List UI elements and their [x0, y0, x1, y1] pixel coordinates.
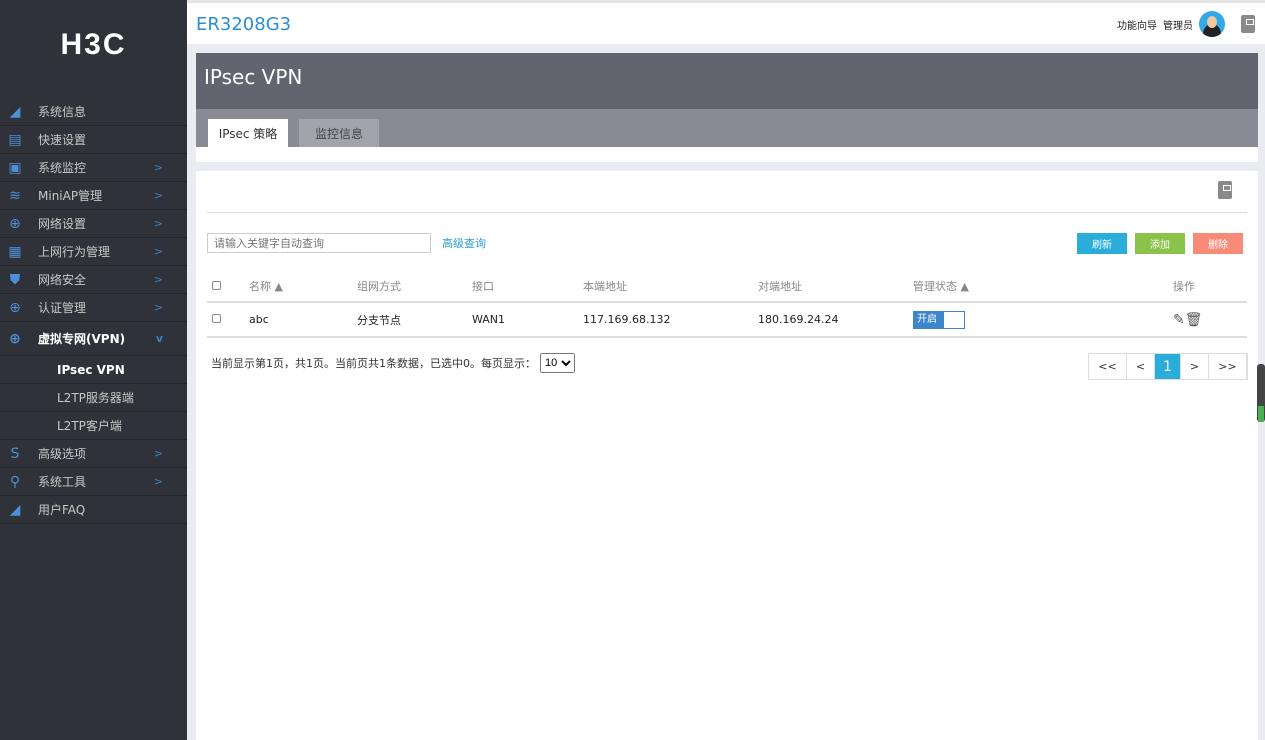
sidebar-item[interactable]: ⊕ 虚拟专网(VPN) v [0, 322, 187, 356]
add-button[interactable]: 添加 [1135, 233, 1185, 254]
cell-interface: WAN1 [472, 302, 583, 338]
monitor-icon: ▣ [8, 159, 22, 176]
toggle-label: 开启 [914, 311, 944, 328]
delete-button[interactable]: 删除 [1193, 233, 1243, 254]
sidebar-item[interactable]: ▤ 快速设置 [0, 126, 187, 154]
tab-bar: IPsec 策略 监控信息 [196, 109, 1258, 147]
chevron-icon: > [153, 161, 163, 174]
pagination: << < 1 > >> [1088, 353, 1248, 380]
sidebar-item-label: MiniAP管理 [38, 189, 103, 203]
sidebar-item-label: 系统工具 [38, 475, 87, 489]
sidebar: H3C ◢ 系统信息 ▤ 快速设置 ▣ 系统监控 > ≋ MiniAP管理 > ⊕ 网络设置 > ▦ 上网行… [0, 0, 187, 740]
prev-page-button[interactable]: < [1127, 354, 1155, 379]
sidebar-item[interactable]: ▦ 上网行为管理 > [0, 238, 187, 266]
col-admin-status[interactable]: 管理状态 ▲ [913, 271, 1173, 303]
h3c-logo: H3C [60, 28, 127, 61]
sidebar-item[interactable]: ⚲ 系统工具 > [0, 468, 187, 496]
content-panel: 高级查询 刷新 添加 删除 名称 ▲ 组网方式 接口 本端地址 对端地址 管理状… [196, 171, 1258, 740]
search-input[interactable] [207, 233, 431, 253]
trash-icon[interactable]: 🗑 [1185, 312, 1203, 328]
page-1-button[interactable]: 1 [1155, 354, 1181, 379]
tab-ipsec-policy[interactable]: IPsec 策略 [208, 119, 288, 147]
behavior-icon: ▦ [8, 243, 22, 260]
sidebar-item[interactable]: ▣ 系统监控 > [0, 154, 187, 182]
col-name[interactable]: 名称 ▲ [249, 271, 357, 303]
tab-footer [196, 147, 1258, 162]
globe-icon: ⊕ [9, 299, 21, 316]
col-peer-address: 对端地址 [758, 271, 913, 303]
sidebar-subitem[interactable]: IPsec VPN [0, 356, 187, 384]
speedometer-icon: ◢ [9, 103, 21, 120]
sidebar-subitem[interactable]: L2TP服务器端 [0, 384, 187, 412]
sidebar-item-label: 网络安全 [38, 273, 87, 287]
sidebar-item[interactable]: ⊕ 网络设置 > [0, 210, 187, 238]
sidebar-item-label: 快速设置 [38, 133, 87, 147]
sidebar-item[interactable]: ⛊ 网络安全 > [0, 266, 187, 294]
col-interface: 接口 [472, 271, 583, 303]
last-page-button[interactable]: >> [1209, 354, 1247, 379]
tab-monitor-info[interactable]: 监控信息 [299, 119, 379, 147]
cell-local: 117.169.68.132 [583, 302, 758, 338]
speedometer-icon: ◢ [9, 501, 21, 518]
col-mode: 组网方式 [357, 271, 472, 303]
shield-icon: ⛊ [9, 271, 21, 288]
sidebar-item-label: 网络设置 [38, 217, 87, 231]
sidebar-item-label: 虚拟专网(VPN) [38, 332, 126, 346]
cell-peer: 180.169.24.24 [758, 302, 913, 338]
vpn-globe-icon: ⊕ [9, 330, 21, 347]
wizard-link[interactable]: 功能向导 [1117, 17, 1157, 32]
row-checkbox[interactable] [212, 314, 221, 323]
next-page-button[interactable]: > [1181, 354, 1209, 379]
quick-setup-icon: ▤ [8, 131, 22, 148]
chevron-icon: > [153, 447, 163, 460]
per-page-select[interactable]: 10 [540, 353, 575, 373]
device-title: ER3208G3 [196, 14, 292, 35]
chevron-icon: > [153, 245, 163, 258]
top-bar: ER3208G3 功能向导 管理员 [187, 0, 1265, 44]
user-link[interactable]: 管理员 [1163, 17, 1193, 32]
col-actions: 操作 [1173, 271, 1247, 303]
chevron-icon: v [155, 332, 163, 345]
avatar[interactable] [1199, 11, 1225, 37]
globe-icon: ⊕ [9, 215, 21, 232]
sidebar-item-label: 用户FAQ [38, 503, 86, 517]
sidebar-item[interactable]: ◢ 系统信息 [0, 98, 187, 126]
first-page-button[interactable]: << [1089, 354, 1127, 379]
wifi-icon: ≋ [9, 187, 21, 204]
table-row: abc 分支节点 WAN1 117.169.68.132 180.169.24.… [207, 302, 1247, 338]
sidebar-item-label: 系统监控 [38, 161, 87, 175]
sidebar-item[interactable]: ≋ MiniAP管理 > [0, 182, 187, 210]
sidebar-item-label: 上网行为管理 [38, 245, 111, 259]
chevron-icon: > [153, 217, 163, 230]
sidebar-subitem[interactable]: L2TP客户端 [0, 412, 187, 440]
page-summary: 当前显示第1页，共1页。当前页共1条数据，已选中0。每页显示： [211, 357, 536, 370]
advanced-icon: S [10, 445, 20, 462]
tools-icon: ⚲ [9, 473, 21, 490]
chevron-icon: > [153, 475, 163, 488]
chevron-icon: > [153, 273, 163, 286]
sidebar-item-label: 高级选项 [38, 447, 87, 461]
sidebar-item-label: 认证管理 [38, 301, 87, 315]
advanced-search-link[interactable]: 高级查询 [442, 235, 486, 251]
help-book-icon[interactable] [1241, 15, 1255, 33]
scrollbar[interactable] [1257, 364, 1265, 422]
cell-name: abc [249, 302, 357, 338]
refresh-button[interactable]: 刷新 [1077, 233, 1127, 254]
sidebar-item[interactable]: S 高级选项 > [0, 440, 187, 468]
edit-icon[interactable]: ✎ [1173, 312, 1185, 328]
chevron-icon: > [153, 301, 163, 314]
help-book-icon[interactable] [1218, 181, 1232, 199]
sidebar-item-label: 系统信息 [38, 105, 87, 119]
page-title: IPsec VPN [196, 53, 1258, 109]
col-local-address: 本端地址 [583, 271, 758, 303]
select-all-checkbox[interactable] [212, 280, 221, 290]
cell-mode: 分支节点 [357, 302, 472, 338]
status-toggle[interactable]: 开启 [913, 310, 965, 329]
chevron-icon: > [153, 189, 163, 202]
sidebar-item[interactable]: ◢ 用户FAQ [0, 496, 187, 524]
divider [207, 212, 1247, 213]
sidebar-item[interactable]: ⊕ 认证管理 > [0, 294, 187, 322]
ipsec-policy-table: 名称 ▲ 组网方式 接口 本端地址 对端地址 管理状态 ▲ 操作 abc 分支节… [207, 271, 1247, 338]
